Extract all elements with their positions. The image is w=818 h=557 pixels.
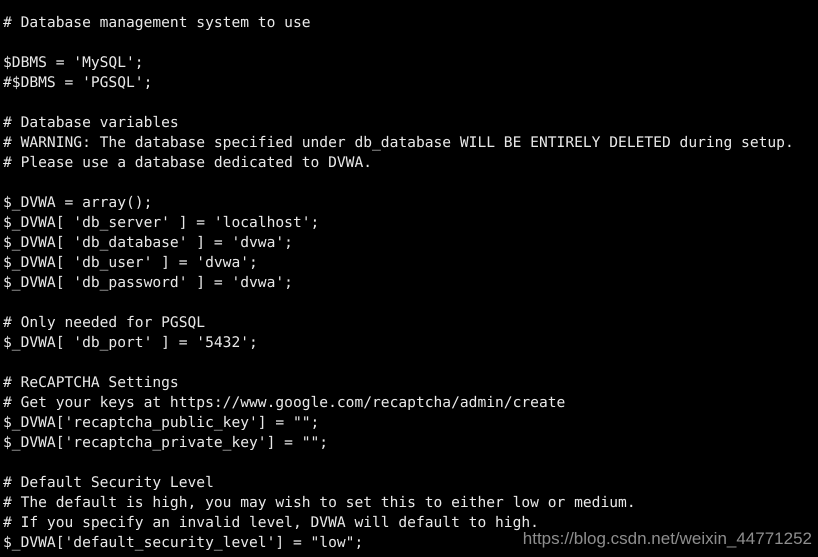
code-line: # Please use a database dedicated to DVW… xyxy=(3,154,373,171)
code-line: #$DBMS = 'PGSQL'; xyxy=(3,74,153,91)
code-line: # ReCAPTCHA Settings xyxy=(3,374,179,391)
terminal-text-area[interactable]: # Database management system to use $DBM… xyxy=(0,0,818,557)
code-line: # Database management system to use xyxy=(3,14,311,31)
code-line: $_DVWA[ 'db_port' ] = '5432'; xyxy=(3,334,258,351)
code-line: $_DVWA = array(); xyxy=(3,194,153,211)
code-line: # Database variables xyxy=(3,114,179,131)
code-line: # Only needed for PGSQL xyxy=(3,314,206,331)
code-line: # WARNING: The database specified under … xyxy=(3,134,794,151)
code-line: $DBMS = 'MySQL'; xyxy=(3,54,144,71)
code-line: $_DVWA[ 'db_database' ] = 'dvwa'; xyxy=(3,234,293,251)
code-line: $_DVWA['recaptcha_public_key'] = ""; xyxy=(3,414,320,431)
code-line: $_DVWA['default_security_level'] = "low"… xyxy=(3,534,364,551)
code-line: # Get your keys at https://www.google.co… xyxy=(3,394,566,411)
code-line: $_DVWA[ 'db_server' ] = 'localhost'; xyxy=(3,214,320,231)
code-line: $_DVWA[ 'db_user' ] = 'dvwa'; xyxy=(3,254,258,271)
code-line: # The default is high, you may wish to s… xyxy=(3,494,636,511)
code-line: # Default Security Level xyxy=(3,474,214,491)
code-line: $_DVWA['recaptcha_private_key'] = ""; xyxy=(3,434,329,451)
code-line: $_DVWA[ 'db_password' ] = 'dvwa'; xyxy=(3,274,293,291)
code-line: # If you specify an invalid level, DVWA … xyxy=(3,514,539,531)
